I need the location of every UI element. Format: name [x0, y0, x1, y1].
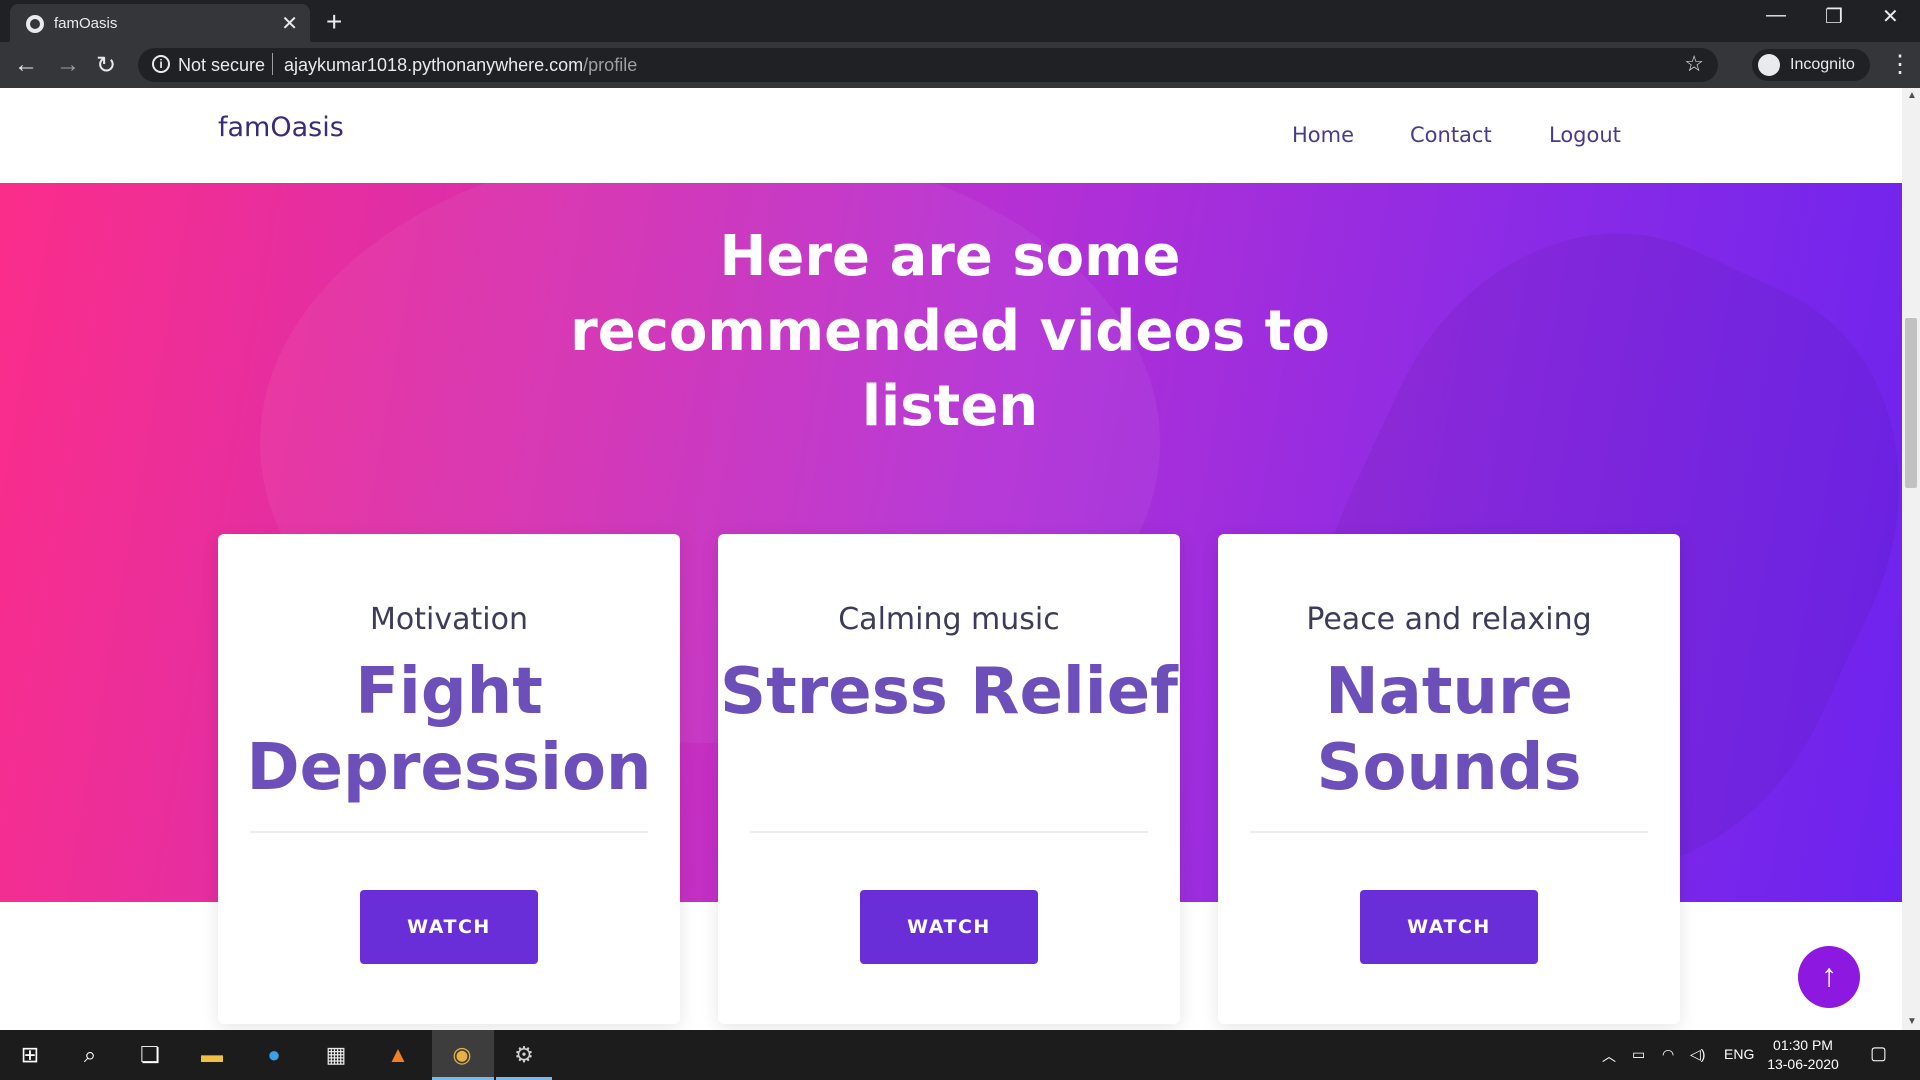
- video-card-motivation: Motivation Fight Depression WATCH: [218, 534, 680, 1024]
- reload-icon[interactable]: ↻: [96, 51, 116, 80]
- file-explorer-icon[interactable]: ▬: [196, 1039, 228, 1071]
- card-divider: [250, 831, 648, 833]
- scrollbar-thumb[interactable]: [1905, 318, 1917, 488]
- url-text[interactable]: ajaykumar1018.pythonanywhere.com/profile: [284, 55, 637, 76]
- incognito-profile-button[interactable]: Incognito: [1752, 49, 1870, 81]
- card-heading: Stress Relief: [720, 655, 1178, 729]
- card-heading: Fight Depression: [246, 655, 652, 805]
- settings-gear-icon[interactable]: ⚙: [508, 1039, 540, 1071]
- profile-label: Incognito: [1790, 56, 1855, 73]
- address-bar[interactable]: i Not secure ajaykumar1018.pythonanywher…: [138, 48, 1718, 82]
- nav-contact[interactable]: Contact: [1410, 123, 1492, 147]
- volume-icon[interactable]: ◁): [1690, 1046, 1705, 1063]
- watch-button[interactable]: WATCH: [360, 890, 538, 964]
- notifications-icon[interactable]: ▢: [1870, 1043, 1887, 1064]
- new-tab-button[interactable]: +: [326, 6, 342, 38]
- scroll-up-arrow-icon[interactable]: ▲: [1907, 90, 1917, 101]
- clock-date: 13-06-2020: [1767, 1056, 1839, 1072]
- scroll-down-arrow-icon[interactable]: ▼: [1907, 1016, 1917, 1027]
- windows-start-icon[interactable]: ⊞: [14, 1039, 46, 1071]
- language-indicator[interactable]: ENG: [1724, 1046, 1754, 1062]
- url-path: /profile: [583, 55, 638, 75]
- wifi-icon[interactable]: ◠: [1662, 1046, 1674, 1063]
- security-status[interactable]: Not secure: [178, 55, 265, 76]
- url-host: ajaykumar1018.pythonanywhere.com: [284, 55, 584, 75]
- nav-home[interactable]: Home: [1292, 123, 1354, 147]
- video-card-calming: Calming music Stress Relief WATCH: [718, 534, 1180, 1024]
- task-view-icon[interactable]: ❏: [134, 1039, 166, 1071]
- tab-title: famOasis: [54, 15, 118, 32]
- edge-browser-icon[interactable]: ●: [258, 1039, 290, 1071]
- back-icon[interactable]: ←: [14, 51, 38, 79]
- vlc-icon[interactable]: ▲: [382, 1039, 414, 1071]
- scroll-to-top-button[interactable]: ↑: [1798, 946, 1860, 1008]
- watch-button[interactable]: WATCH: [860, 890, 1038, 964]
- search-icon[interactable]: ⌕: [74, 1039, 106, 1071]
- tab-close-icon[interactable]: ✕: [281, 11, 298, 36]
- nav-logout[interactable]: Logout: [1549, 123, 1621, 147]
- window-close-icon[interactable]: ✕: [1882, 4, 1899, 29]
- card-divider: [1250, 831, 1648, 833]
- tray-chevron-icon[interactable]: ︿: [1602, 1046, 1616, 1066]
- windows-taskbar: ⊞ ⌕ ❏ ▬ ● ▦ ▲ ◉ ⚙ ︿ ▭ ◠ ◁) ENG 01:30 PM …: [0, 1030, 1920, 1080]
- bookmark-star-icon[interactable]: ☆: [1684, 51, 1704, 77]
- video-card-nature: Peace and relaxing Nature Sounds WATCH: [1218, 534, 1680, 1024]
- restore-icon[interactable]: ❐: [1825, 4, 1843, 29]
- incognito-icon: [1758, 54, 1780, 76]
- minimize-icon[interactable]: —: [1766, 4, 1786, 27]
- browser-menu-icon[interactable]: ⋮: [1888, 50, 1912, 79]
- browser-toolbar: ← → ↻ i Not secure ajaykumar1018.pythona…: [0, 42, 1920, 88]
- card-divider: [750, 831, 1148, 833]
- card-subtitle: Calming music: [838, 602, 1060, 637]
- card-subtitle: Motivation: [370, 602, 528, 637]
- card-subtitle: Peace and relaxing: [1306, 602, 1592, 637]
- store-icon[interactable]: ▦: [320, 1039, 352, 1071]
- browser-tab[interactable]: famOasis ✕: [10, 4, 310, 42]
- browser-tab-bar: famOasis ✕ + — ❐ ✕: [0, 0, 1920, 42]
- site-info-icon[interactable]: i: [152, 55, 170, 73]
- hero-title: Here are some recommended videos to list…: [570, 224, 1330, 439]
- address-separator: [272, 53, 273, 75]
- taskbar-clock[interactable]: 01:30 PM 13-06-2020: [1758, 1036, 1848, 1074]
- page-scrollbar[interactable]: ▲ ▼: [1902, 88, 1920, 1030]
- site-brand[interactable]: famOasis: [218, 112, 344, 143]
- watch-button[interactable]: WATCH: [1360, 890, 1538, 964]
- forward-icon[interactable]: →: [56, 51, 80, 79]
- clock-time: 01:30 PM: [1773, 1037, 1833, 1053]
- battery-icon[interactable]: ▭: [1632, 1046, 1645, 1063]
- card-heading: Nature Sounds: [1316, 655, 1582, 805]
- site-favicon-icon: [26, 15, 44, 33]
- site-header: famOasis Home Contact Logout: [0, 88, 1902, 183]
- chrome-icon[interactable]: ◉: [446, 1039, 478, 1071]
- page-viewport: famOasis Home Contact Logout Here are so…: [0, 88, 1902, 1030]
